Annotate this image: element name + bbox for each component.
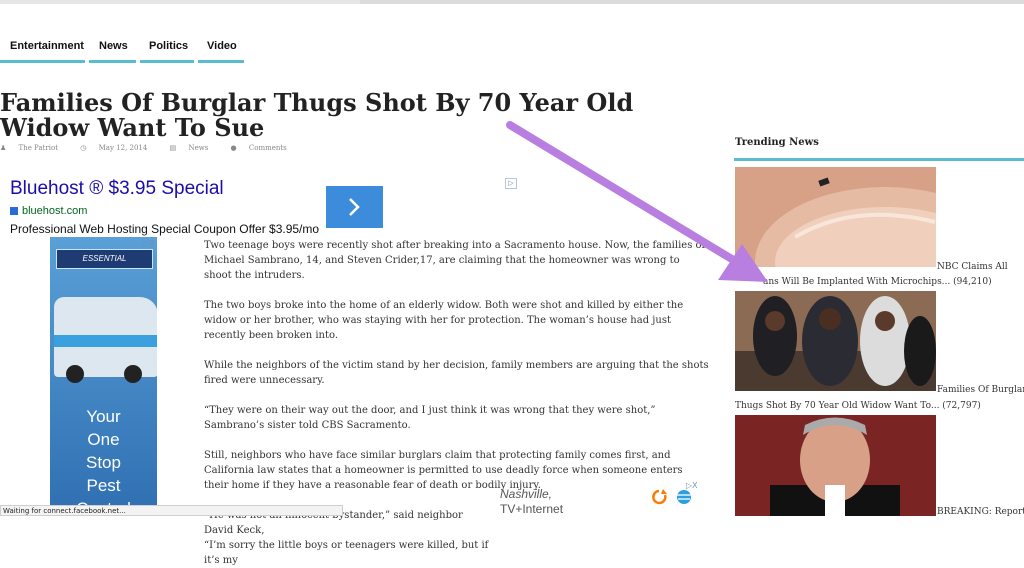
- bluehost-favicon-icon: [10, 207, 18, 216]
- nav-tab-underline: [140, 60, 194, 63]
- att-ad-text[interactable]: Nashville, TV+Internet: [500, 487, 563, 517]
- trending-caption[interactable]: NBC Claims All: [937, 262, 1008, 272]
- ad-description: Professional Web Hosting Special Coupon …: [10, 222, 320, 236]
- folder-icon: ▤: [169, 144, 177, 152]
- comments-meta[interactable]: ● Comments: [231, 144, 297, 152]
- trending-thumbnail[interactable]: [735, 415, 936, 516]
- trending-underline: [734, 158, 1024, 161]
- article-title: Families Of Burglar Thugs Shot By 70 Yea…: [0, 88, 634, 142]
- chevron-right-icon: [349, 198, 360, 216]
- att-ad-line1: Nashville,: [500, 487, 553, 501]
- ad-word: Stop: [86, 453, 121, 472]
- ad-word: Your: [86, 407, 121, 426]
- ad-word: One: [87, 430, 120, 449]
- adchoices-icon[interactable]: ▷: [505, 178, 517, 189]
- nav-tab-video[interactable]: Video: [207, 40, 237, 52]
- nav-tab-news[interactable]: News: [99, 40, 128, 52]
- ad-headline-link[interactable]: Bluehost ® $3.95 Special: [10, 178, 224, 200]
- trending-news-heading: Trending News: [735, 137, 819, 148]
- trending-thumbnail[interactable]: [735, 167, 936, 267]
- group-photo-image: [735, 291, 936, 391]
- pest-control-ad[interactable]: ▷X ESSENTIAL Your One Stop Pest Control: [50, 237, 157, 516]
- article-paragraph: “I’m sorry the little boys or teenagers …: [204, 540, 489, 566]
- van-image: [54, 297, 157, 383]
- nav-tab-politics[interactable]: Politics: [149, 40, 188, 52]
- browser-top-edge: [0, 0, 1024, 4]
- att-ad-logos[interactable]: ▷X: [650, 481, 700, 511]
- trending-caption[interactable]: Thugs Shot By 70 Year Old Widow Want To.…: [735, 401, 981, 411]
- category-meta[interactable]: ▤ News: [170, 144, 219, 152]
- nav-tab-underline: [0, 60, 85, 63]
- article-paragraph: Two teenage boys were recently shot afte…: [204, 240, 706, 281]
- nav-tab-underline: [198, 60, 244, 63]
- article-paragraph: While the neighbors of the victim stand …: [204, 360, 709, 386]
- comments-link: Comments: [248, 144, 287, 152]
- comment-icon: ●: [230, 144, 237, 152]
- judge-portrait-image: [735, 415, 936, 516]
- trending-caption[interactable]: ans Will Be Implanted With Microchips...…: [763, 277, 992, 287]
- browser-status-bar: Waiting for connect.facebook.net...: [0, 505, 343, 516]
- microchip-finger-image: [735, 167, 936, 267]
- ad-url[interactable]: bluehost.com: [10, 205, 87, 217]
- nav-tab-entertainment[interactable]: Entertainment: [10, 40, 84, 52]
- ad-close-icon[interactable]: ▷X: [144, 239, 156, 248]
- article-body: Two teenage boys were recently shot afte…: [204, 238, 709, 568]
- author-meta[interactable]: ♟ The Patriot: [0, 144, 68, 152]
- date-meta: ◷ May 12, 2014: [80, 144, 157, 152]
- user-icon: ♟: [0, 144, 7, 152]
- article-paragraph: “They were on their way out the door, an…: [204, 405, 656, 431]
- ad-url-text: bluehost.com: [22, 205, 88, 217]
- ad-word: Pest: [86, 476, 121, 495]
- trending-thumbnail[interactable]: [735, 291, 936, 391]
- browser-top-edge-shade: [360, 0, 1024, 4]
- att-ad-line2: TV+Internet: [500, 502, 564, 516]
- ad-logo: ESSENTIAL: [56, 249, 153, 269]
- category-name: News: [188, 144, 209, 152]
- article-meta: ♟ The Patriot ◷ May 12, 2014 ▤ News ● Co…: [0, 144, 307, 152]
- article-paragraph: The two boys broke into the home of an e…: [204, 300, 684, 341]
- adchoices-icon[interactable]: ▷X: [686, 481, 698, 490]
- nav-tab-underline: [89, 60, 136, 63]
- clock-icon: ◷: [80, 144, 87, 152]
- ad-go-button[interactable]: [326, 186, 383, 228]
- article-paragraph: Still, neighbors who have face similar b…: [204, 450, 683, 491]
- trending-caption[interactable]: Families Of Burglar: [937, 385, 1024, 395]
- author-name: The Patriot: [18, 144, 59, 152]
- post-date: May 12, 2014: [98, 144, 148, 152]
